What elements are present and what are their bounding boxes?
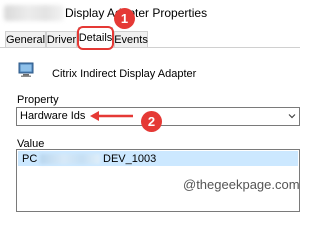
hardware-id-prefix: PC (22, 153, 38, 165)
chevron-down-icon[interactable] (287, 111, 297, 121)
tab-driver[interactable]: Driver (46, 31, 77, 47)
window-title: Display Adapter Properties (65, 6, 208, 20)
red-arrow-icon (90, 111, 133, 121)
redacted-title-segment (4, 5, 64, 21)
property-dropdown-value: Hardware Ids (20, 110, 86, 122)
step-badge-2: 2 (141, 111, 162, 132)
watermark: @thegeekpage.com (183, 177, 300, 192)
step-badge-1: 1 (114, 8, 135, 29)
tab-events[interactable]: Events (114, 31, 148, 47)
title-bar: Display Adapter Properties (0, 0, 300, 27)
display-adapter-icon (18, 62, 34, 77)
redacted-hardware-id-segment (40, 154, 100, 164)
device-name: Citrix Indirect Display Adapter (52, 68, 197, 80)
list-item[interactable]: PC DEV_1003 (18, 151, 298, 166)
tab-general[interactable]: General (5, 31, 46, 47)
details-tab-highlight (77, 26, 114, 50)
hardware-id-suffix: DEV_1003 (103, 153, 157, 165)
property-label: Property (17, 94, 59, 106)
